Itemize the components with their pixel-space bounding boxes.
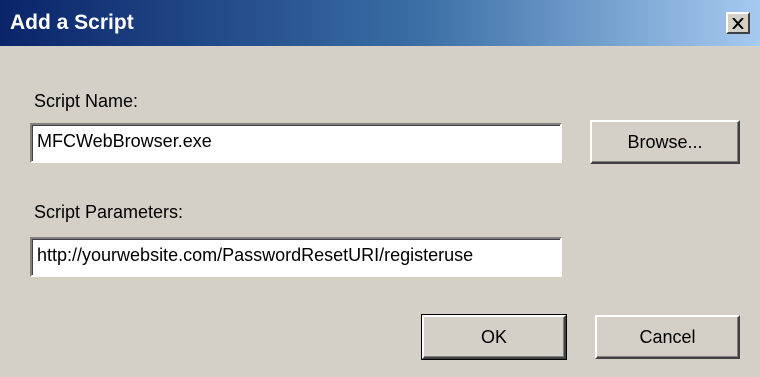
close-icon (732, 17, 744, 29)
add-script-dialog: Add a Script Script Name: MFCWebBrowser.… (0, 0, 760, 377)
script-name-field[interactable]: MFCWebBrowser.exe (30, 123, 562, 163)
title-bar[interactable]: Add a Script (0, 0, 760, 46)
dialog-title: Add a Script (10, 11, 134, 34)
cancel-button[interactable]: Cancel (595, 315, 740, 359)
browse-button[interactable]: Browse... (590, 120, 740, 164)
ok-button[interactable]: OK (421, 314, 567, 360)
close-button[interactable] (726, 12, 750, 34)
script-parameters-field[interactable]: http://yourwebsite.com/PasswordResetURI/… (30, 237, 562, 277)
script-parameters-label: Script Parameters: (34, 202, 184, 222)
script-name-label: Script Name: (34, 91, 139, 111)
